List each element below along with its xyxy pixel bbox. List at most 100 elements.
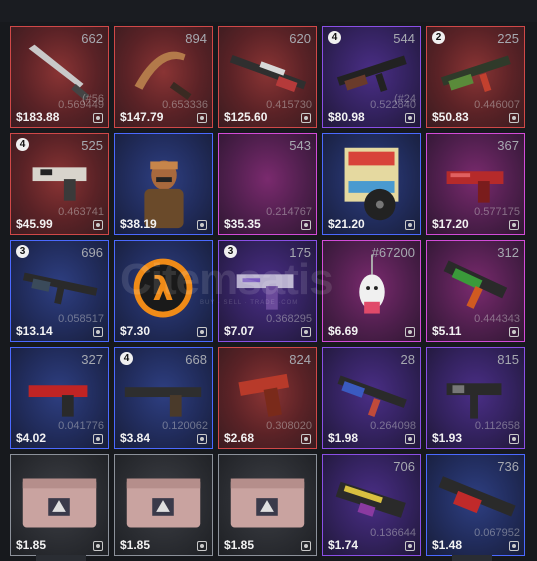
- item-float-value: 0.463741: [58, 206, 104, 218]
- inventory-item[interactable]: 824 0.308020 $2.68: [218, 347, 317, 449]
- item-float-value: 0.577175: [474, 206, 520, 218]
- inventory-item[interactable]: 668 4 0.120062 $3.84: [114, 347, 213, 449]
- item-price: $1.74: [328, 538, 359, 552]
- item-count: 225: [497, 31, 519, 46]
- item-count: 367: [497, 138, 519, 153]
- item-price: $147.79: [120, 110, 164, 124]
- item-price: $1.85: [224, 538, 255, 552]
- item-price: $5.11: [432, 324, 462, 338]
- item-price: $1.98: [328, 431, 359, 445]
- trade-lock-icon: [197, 541, 207, 551]
- item-count: 824: [289, 352, 311, 367]
- sticker-count-badge: 4: [16, 138, 29, 151]
- item-price: $45.99: [16, 217, 53, 231]
- inventory-item[interactable]: 525 4 0.463741 $45.99: [10, 133, 109, 235]
- trade-lock-icon: [197, 434, 207, 444]
- inventory-item[interactable]: 544 4 (#24 0.522840 $80.98: [322, 26, 421, 128]
- item-float-value: 0.308020: [266, 420, 312, 432]
- item-float-value: 0.041776: [58, 420, 104, 432]
- inventory-item[interactable]: #67200 $6.69: [322, 240, 421, 342]
- sticker-count-badge: 4: [328, 31, 341, 44]
- trade-lock-icon: [301, 434, 311, 444]
- inventory-item[interactable]: $1.85: [114, 454, 213, 556]
- item-count: 706: [393, 459, 415, 474]
- item-float-value: 0.067952: [474, 527, 520, 539]
- item-float-value: 0.214767: [266, 206, 312, 218]
- item-count: #67200: [371, 245, 415, 260]
- item-float-value: 0.264098: [370, 420, 416, 432]
- inventory-item[interactable]: 367 0.577175 $17.20: [426, 133, 525, 235]
- trade-lock-icon: [405, 327, 415, 337]
- inventory-item[interactable]: 327 0.041776 $4.02: [10, 347, 109, 449]
- inventory-item[interactable]: 815 0.112658 $1.93: [426, 347, 525, 449]
- trade-lock-icon: [405, 113, 415, 123]
- inventory-item[interactable]: 706 0.136644 $1.74: [322, 454, 421, 556]
- item-price: $38.19: [120, 217, 157, 231]
- trade-lock-icon: [93, 541, 103, 551]
- item-price: $3.84: [120, 431, 151, 445]
- item-price: $125.60: [224, 110, 268, 124]
- inventory-item[interactable]: 620 0.415730 $125.60: [218, 26, 317, 128]
- trade-lock-icon: [509, 220, 519, 230]
- item-price: $80.98: [328, 110, 365, 124]
- inventory-item[interactable]: 696 3 0.058517 $13.14: [10, 240, 109, 342]
- trade-lock-icon: [509, 541, 519, 551]
- trade-lock-icon: [405, 220, 415, 230]
- item-float-value: 0.058517: [58, 313, 104, 325]
- top-bar: [0, 0, 537, 22]
- item-count: 543: [289, 138, 311, 153]
- watermark-subtitle: BUY · SELL · TRADE ·COM: [200, 300, 299, 306]
- trade-lock-icon: [93, 327, 103, 337]
- item-count: 662: [81, 31, 103, 46]
- item-float-value: 0.522840: [370, 99, 416, 111]
- watermark-logo: Citemsatis: [120, 255, 334, 304]
- item-price: $183.88: [16, 110, 60, 124]
- item-count: 544: [393, 31, 415, 46]
- trade-lock-icon: [197, 220, 207, 230]
- item-count: 668: [185, 352, 207, 367]
- item-float-value: 0.446007: [474, 99, 520, 111]
- bottom-control-left[interactable]: [36, 555, 86, 561]
- item-count: 815: [497, 352, 519, 367]
- inventory-item[interactable]: 312 0.444343 $5.11: [426, 240, 525, 342]
- inventory-item[interactable]: 662 (#56 0.569449 $183.88: [10, 26, 109, 128]
- item-price: $13.14: [16, 324, 53, 338]
- item-count: 312: [497, 245, 519, 260]
- item-count: 525: [81, 138, 103, 153]
- trade-lock-icon: [197, 113, 207, 123]
- inventory-item[interactable]: $21.20: [322, 133, 421, 235]
- inventory-item[interactable]: 28 0.264098 $1.98: [322, 347, 421, 449]
- inventory-item[interactable]: 894 0.653336 $147.79: [114, 26, 213, 128]
- trade-lock-icon: [93, 220, 103, 230]
- inventory-item[interactable]: $1.85: [218, 454, 317, 556]
- item-float-value: 0.444343: [474, 313, 520, 325]
- inventory-item[interactable]: $1.85: [10, 454, 109, 556]
- inventory-item[interactable]: 736 0.067952 $1.48: [426, 454, 525, 556]
- item-price: $50.83: [432, 110, 469, 124]
- trade-lock-icon: [197, 327, 207, 337]
- item-price: $1.48: [432, 538, 463, 552]
- item-count: 327: [81, 352, 103, 367]
- item-price: $6.69: [328, 324, 359, 338]
- trade-lock-icon: [301, 113, 311, 123]
- sticker-count-badge: 4: [120, 352, 133, 365]
- item-price: $1.85: [120, 538, 151, 552]
- bottom-control-right[interactable]: [452, 555, 492, 561]
- item-price: $7.07: [224, 324, 255, 338]
- item-float-value: 0.120062: [162, 420, 208, 432]
- inventory-item[interactable]: 543 0.214767 $35.35: [218, 133, 317, 235]
- trade-lock-icon: [509, 113, 519, 123]
- trade-lock-icon: [405, 434, 415, 444]
- inventory-item[interactable]: 225 2 0.446007 $50.83: [426, 26, 525, 128]
- trade-lock-icon: [301, 220, 311, 230]
- trade-lock-icon: [93, 113, 103, 123]
- trade-lock-icon: [405, 541, 415, 551]
- item-price: $35.35: [224, 217, 261, 231]
- item-float-value: 0.368295: [266, 313, 312, 325]
- item-count: 28: [400, 352, 415, 367]
- item-float-value: 0.653336: [162, 99, 208, 111]
- inventory-item[interactable]: $38.19: [114, 133, 213, 235]
- item-float-value: 0.112658: [474, 420, 520, 432]
- item-price: $1.85: [16, 538, 47, 552]
- item-count: 620: [289, 31, 311, 46]
